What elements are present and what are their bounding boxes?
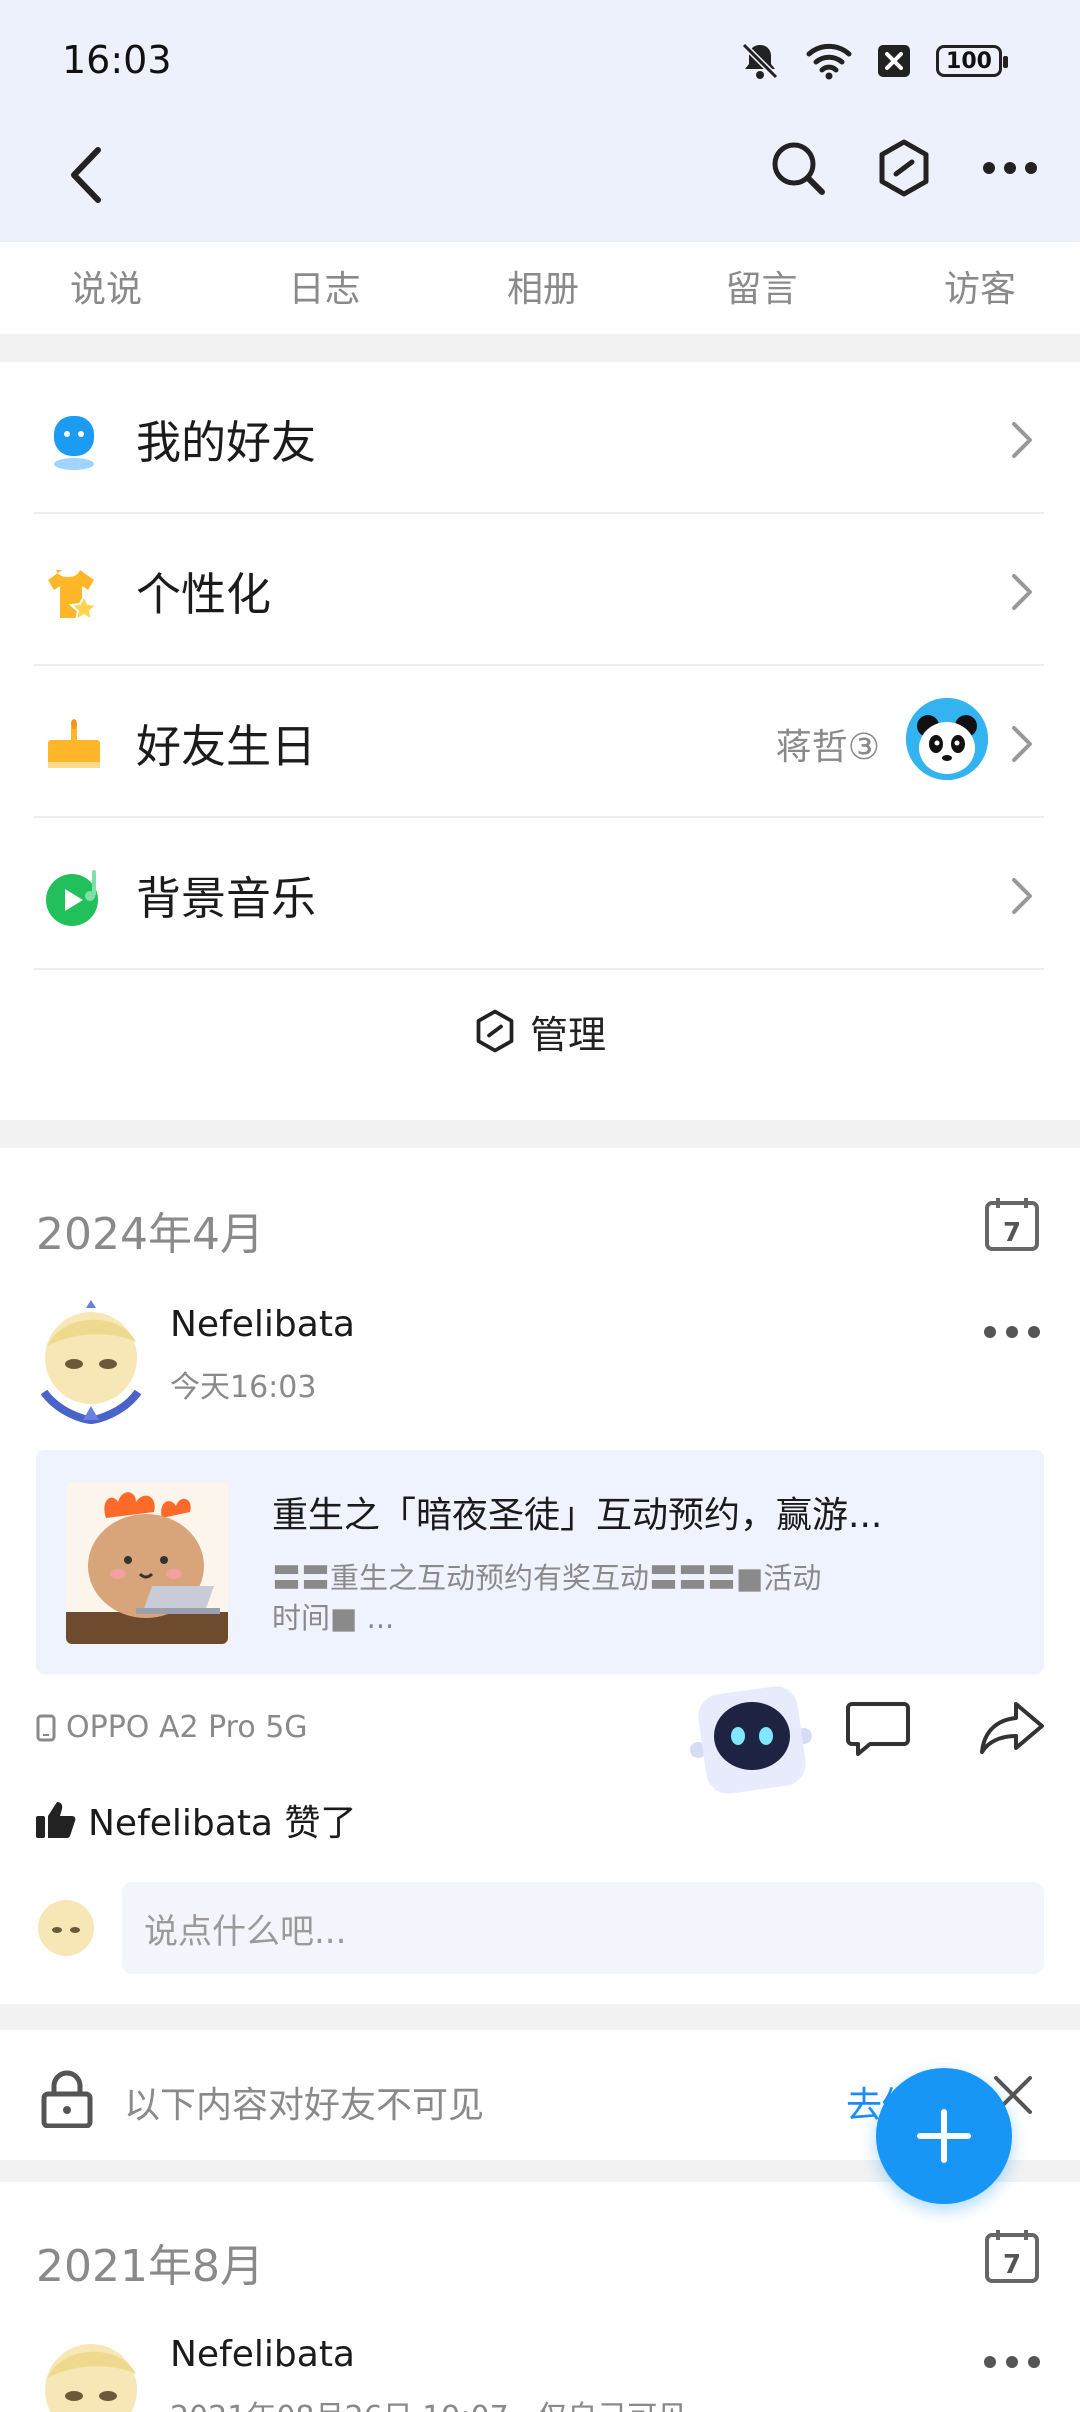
- tab-album[interactable]: 相册: [507, 260, 579, 312]
- phone-icon: [36, 1714, 56, 1741]
- likes-row: Nefelibata 赞了: [34, 1794, 356, 1846]
- chevron-left-icon: [71, 147, 101, 203]
- qzone-profile-page: 16:03 100 说说 日志 相册 留言 访客 我的好友 个性化 好友生日 蒋…: [0, 0, 1080, 2412]
- dot: [1006, 2356, 1018, 2368]
- tab-visitors[interactable]: 访客: [944, 260, 1016, 312]
- post-time: 2021年08月26日 19:07 · 仅自己可见: [170, 2392, 687, 2412]
- feature-menu: 我的好友 个性化 好友生日 蒋哲③ 背景音乐: [0, 362, 1080, 970]
- section-divider: [0, 334, 1080, 362]
- robot-mascot-icon: [690, 1686, 812, 1794]
- share-button[interactable]: [978, 1700, 1046, 1756]
- avatar[interactable]: [26, 2328, 156, 2412]
- tab-blog[interactable]: 日志: [288, 260, 360, 312]
- more-dots-icon: [983, 162, 1037, 174]
- avatar[interactable]: [26, 1296, 156, 1426]
- svg-text:7: 7: [1003, 1218, 1021, 1248]
- status-icons: 100: [738, 38, 1008, 84]
- share-title: 重生之「暗夜圣徒」互动预约，赢游...: [272, 1495, 883, 1536]
- plus-icon: [917, 2109, 971, 2163]
- top-actions: [768, 138, 1040, 198]
- my-avatar: [34, 1896, 98, 1960]
- menu-label: 好友生日: [136, 719, 317, 773]
- share-arrow-icon: [980, 1702, 1044, 1754]
- tab-shuoshuo[interactable]: 说说: [70, 260, 142, 312]
- shirt-star-icon: [48, 570, 100, 623]
- chevron-right-icon: [1012, 878, 1032, 914]
- calendar-icon: 7: [985, 2230, 1039, 2283]
- menu-item-friends[interactable]: 我的好友: [0, 362, 1080, 514]
- hexagon-slash-icon: [476, 1009, 514, 1053]
- device-info: OPPO A2 Pro 5G: [36, 1710, 308, 1745]
- back-button[interactable]: [58, 140, 114, 210]
- music-icon: [46, 870, 98, 926]
- user-avatar-icon: [26, 2328, 156, 2412]
- cake-icon: [48, 719, 100, 768]
- friends-icon: [54, 416, 94, 470]
- menu-label: 我的好友: [136, 415, 317, 469]
- mute-icon: [741, 42, 779, 80]
- add-post-button[interactable]: [876, 2068, 1012, 2204]
- post-more-button[interactable]: [984, 2352, 1040, 2372]
- calendar-button[interactable]: 7: [984, 2228, 1040, 2284]
- menu-label: 背景音乐: [136, 871, 317, 925]
- search-icon: [772, 142, 825, 195]
- robot-mascot[interactable]: [680, 1680, 820, 1800]
- birthday-friend-name: 蒋哲③: [775, 727, 880, 768]
- post-more-button[interactable]: [984, 1322, 1040, 1342]
- menu-label: 个性化: [136, 567, 272, 621]
- section-divider: [0, 2004, 1080, 2030]
- chevron-right-icon: [1012, 574, 1032, 610]
- bear-laptop-image-icon: [66, 1482, 228, 1644]
- status-time: 16:03: [62, 38, 172, 82]
- thumbs-up-icon: [36, 1802, 76, 1838]
- no-sim-icon: [878, 45, 910, 77]
- private-notice-text: 以下内容对好友不可见: [124, 2085, 485, 2126]
- panda-avatar-icon: [906, 698, 988, 780]
- user-avatar-icon: [26, 1296, 156, 1426]
- share-description: 〓〓重生之互动预约有奖互动〓〓〓■活动时间■ ...: [272, 1561, 822, 1635]
- month-header: 2021年8月: [36, 2241, 264, 2292]
- battery-indicator: 100: [936, 45, 1008, 77]
- dot: [1028, 1326, 1040, 1338]
- menu-item-birthday[interactable]: 好友生日 蒋哲③: [0, 666, 1080, 818]
- device-name: OPPO A2 Pro 5G: [66, 1710, 308, 1745]
- lock-icon: [41, 2070, 93, 2128]
- more-button[interactable]: [980, 138, 1040, 198]
- manage-button[interactable]: 管理: [0, 970, 1080, 1092]
- chevron-right-icon: [1012, 726, 1032, 762]
- post-author[interactable]: Nefelibata: [170, 2334, 355, 2375]
- tab-messages[interactable]: 留言: [725, 260, 797, 312]
- calendar-button[interactable]: 7: [984, 1196, 1040, 1252]
- dot: [1006, 1326, 1018, 1338]
- calendar-icon: 7: [985, 1198, 1039, 1251]
- comment-input[interactable]: 说点什么吧...: [122, 1882, 1044, 1974]
- manage-label: 管理: [529, 1012, 606, 1057]
- hexagon-slash-icon: [879, 139, 929, 197]
- dot: [984, 1326, 996, 1338]
- shared-link-card[interactable]: 重生之「暗夜圣徒」互动预约，赢游... 〓〓重生之互动预约有奖互动〓〓〓■活动时…: [36, 1450, 1044, 1674]
- friend-avatar: [906, 698, 988, 780]
- share-thumbnail: [66, 1482, 228, 1644]
- profile-tabs: 说说 日志 相册 留言 访客: [0, 238, 1080, 334]
- dot: [1028, 2356, 1040, 2368]
- user-avatar-icon: [34, 1896, 98, 1960]
- manage-hex-button[interactable]: [874, 138, 934, 198]
- svg-text:7: 7: [1003, 2250, 1021, 2280]
- month-header: 2024年4月: [36, 1209, 264, 1260]
- chevron-right-icon: [1012, 422, 1032, 458]
- top-bar: 16:03 100: [0, 0, 1080, 242]
- post-author[interactable]: Nefelibata: [170, 1304, 355, 1345]
- comment-button[interactable]: [846, 1700, 910, 1756]
- comment-icon: [846, 1702, 910, 1756]
- wifi-icon: [806, 43, 852, 80]
- likes-text: Nefelibata 赞了: [88, 1803, 357, 1844]
- dot: [984, 2356, 996, 2368]
- section-divider: [0, 1120, 1080, 1148]
- search-button[interactable]: [768, 138, 828, 198]
- menu-item-music[interactable]: 背景音乐: [0, 818, 1080, 970]
- post-time: 今天16:03: [170, 1370, 317, 1405]
- menu-item-personalize[interactable]: 个性化: [0, 514, 1080, 666]
